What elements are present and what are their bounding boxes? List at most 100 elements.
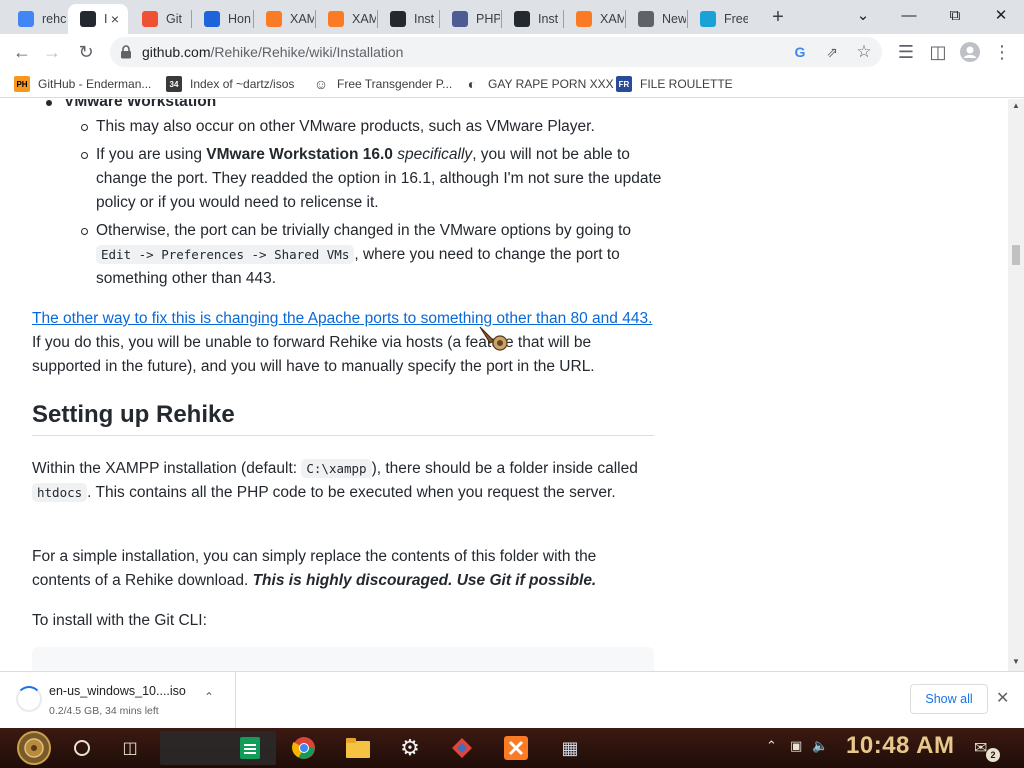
close-window-button[interactable]: ✕ (987, 4, 1015, 28)
sourcetree-icon[interactable] (446, 732, 478, 764)
tab-label: PHP (476, 12, 500, 26)
show-hidden-icons-icon[interactable]: ⌃ (766, 738, 777, 754)
url-path: /Rehike/Rehike/wiki/Installation (210, 44, 404, 60)
tab[interactable]: Inst (378, 4, 438, 34)
close-tab-icon[interactable]: × (108, 12, 122, 26)
network-app-icon[interactable]: ▦ (554, 732, 586, 764)
chevron-up-icon[interactable]: ⌃ (204, 690, 214, 704)
bullet-disc (46, 100, 52, 106)
bookmark-item[interactable]: ☺ Free Transgender P... (313, 75, 452, 93)
profile-avatar[interactable] (956, 38, 984, 66)
bookmark-label: FILE ROULETTE (640, 77, 733, 91)
inline-code: htdocs (32, 483, 88, 502)
taskbar-clock[interactable]: 10:48 AM (846, 732, 954, 760)
address-bar[interactable]: github.com/Rehike/Rehike/wiki/Installati… (110, 37, 882, 67)
scroll-down-arrow-icon[interactable]: ▼ (1012, 657, 1020, 666)
lock-icon[interactable] (120, 45, 132, 59)
apache-ports-paragraph: The other way to fix this is changing th… (32, 307, 654, 379)
close-download-shelf-icon[interactable]: ✕ (996, 688, 1009, 708)
italic-text: specifically (392, 146, 473, 163)
tab-label: XAM (290, 12, 314, 26)
tab[interactable]: XAM (254, 4, 314, 34)
xampp-diamond-icon (266, 11, 282, 27)
text: If you are using (96, 146, 207, 163)
sheets-app-icon[interactable] (234, 732, 266, 764)
chrome-app-icon[interactable] (288, 732, 320, 764)
tab[interactable]: PHP (440, 4, 500, 34)
inline-code: Edit -> Preferences -> Shared VMs (96, 245, 355, 264)
file-roulette-icon: FR (616, 76, 632, 92)
share-icon[interactable]: ⇗ (822, 42, 842, 62)
xampp-paragraph: Within the XAMPP installation (default: … (32, 457, 654, 505)
url-text[interactable]: github.com/Rehike/Rehike/wiki/Installati… (142, 44, 403, 60)
download-filename: en-us_windows_10....iso (49, 684, 186, 698)
side-panel-icon[interactable]: ◫ (924, 38, 952, 66)
tab-label: I (104, 12, 108, 26)
show-all-button[interactable]: Show all (910, 684, 988, 714)
globe-icon: ◐ (467, 76, 477, 92)
file-explorer-icon[interactable] (342, 732, 374, 764)
ph-icon: PH (14, 76, 30, 92)
inline-code: C:\xampp (301, 459, 372, 478)
scroll-up-arrow-icon[interactable]: ▲ (1012, 101, 1020, 110)
download-shelf: en-us_windows_10....iso 0.2/4.5 GB, 34 m… (0, 671, 1024, 728)
bullet-circle (81, 228, 88, 235)
apache-ports-link[interactable]: The other way to fix this is changing th… (32, 310, 652, 327)
tab[interactable]: Inst (502, 4, 562, 34)
tab-label: rehc (42, 12, 66, 26)
bookmark-item[interactable]: ◐ GAY RAPE PORN XXX (464, 75, 614, 93)
xampp-icon (576, 11, 592, 27)
bookmark-item[interactable]: PH GitHub - Enderman... (14, 75, 151, 93)
tab[interactable]: Free (688, 4, 748, 34)
tab[interactable]: New (626, 4, 686, 34)
github-icon (390, 11, 406, 27)
tab-label: XAM (600, 12, 624, 26)
settings-gear-icon[interactable]: ⚙ (394, 732, 426, 764)
network-tray-icon[interactable]: ▣ (790, 738, 802, 754)
git-cli-paragraph: To install with the Git CLI: (32, 612, 207, 629)
bookmark-item[interactable]: FR FILE ROULETTE (616, 75, 733, 93)
translate-icon (700, 11, 716, 27)
list-item-vmware-workstation: VMware Workstation (64, 99, 217, 110)
start-button[interactable] (14, 730, 54, 766)
extensions-icon[interactable]: ☰ (892, 38, 920, 66)
xampp-app-icon[interactable] (500, 732, 532, 764)
bookmark-label: GAY RAPE PORN XXX (488, 77, 614, 91)
bookmarks-bar: PH GitHub - Enderman... 34 Index of ~dartz/… (0, 70, 1024, 98)
tab-strip: rehc I × Git Hon XAM XAM Inst PHP Inst XAM New Free … (0, 0, 1024, 34)
tab-label: Git (166, 12, 182, 26)
task-view-icon[interactable]: ◫ (114, 732, 146, 764)
text: Within the XAMPP installation (default: (32, 460, 302, 477)
list-item-workstation-16: If you are using VMware Workstation 16.0… (96, 143, 666, 215)
google-lens-icon[interactable]: G (790, 42, 810, 62)
chrome-menu-icon[interactable]: ⋮ (988, 38, 1016, 66)
page-viewport: VMware Workstation This may also occur o… (0, 99, 1008, 671)
tab[interactable]: Hon (192, 4, 252, 34)
new-tab-button[interactable]: + (766, 6, 790, 30)
bookmark-item[interactable]: 34 Index of ~dartz/isos (166, 75, 294, 93)
back-button[interactable]: ← (8, 38, 36, 66)
volume-tray-icon[interactable]: 🔈 (812, 738, 828, 754)
bookmark-star-icon[interactable]: ☆ (854, 42, 874, 62)
tab-search-icon[interactable]: ⌄ (849, 4, 877, 28)
tab[interactable]: XAM (564, 4, 624, 34)
tab-label: Hon (228, 12, 251, 26)
tab[interactable]: Git (130, 4, 190, 34)
forward-button[interactable]: → (38, 38, 66, 66)
restore-button[interactable]: ⧉ (941, 4, 969, 28)
mask-icon: ☺ (313, 76, 329, 92)
minimize-button[interactable]: — (895, 4, 923, 28)
heading-setting-up-rehike: Setting up Rehike (32, 403, 654, 436)
tab[interactable]: XAM (316, 4, 376, 34)
reload-button[interactable]: ↻ (72, 38, 100, 66)
download-item[interactable]: en-us_windows_10....iso 0.2/4.5 GB, 34 m… (0, 672, 236, 728)
emphasis-text: This is highly discouraged. Use Git if p… (252, 572, 597, 589)
page-scrollbar[interactable]: ▲ ▼ (1008, 99, 1024, 671)
cortana-icon[interactable] (66, 732, 98, 764)
tab[interactable]: I × (68, 4, 128, 34)
code-block (32, 647, 654, 671)
scrollbar-thumb[interactable] (1012, 245, 1020, 265)
xampp-icon (328, 11, 344, 27)
tab[interactable]: rehc (6, 4, 66, 34)
bullet-circle (81, 124, 88, 131)
